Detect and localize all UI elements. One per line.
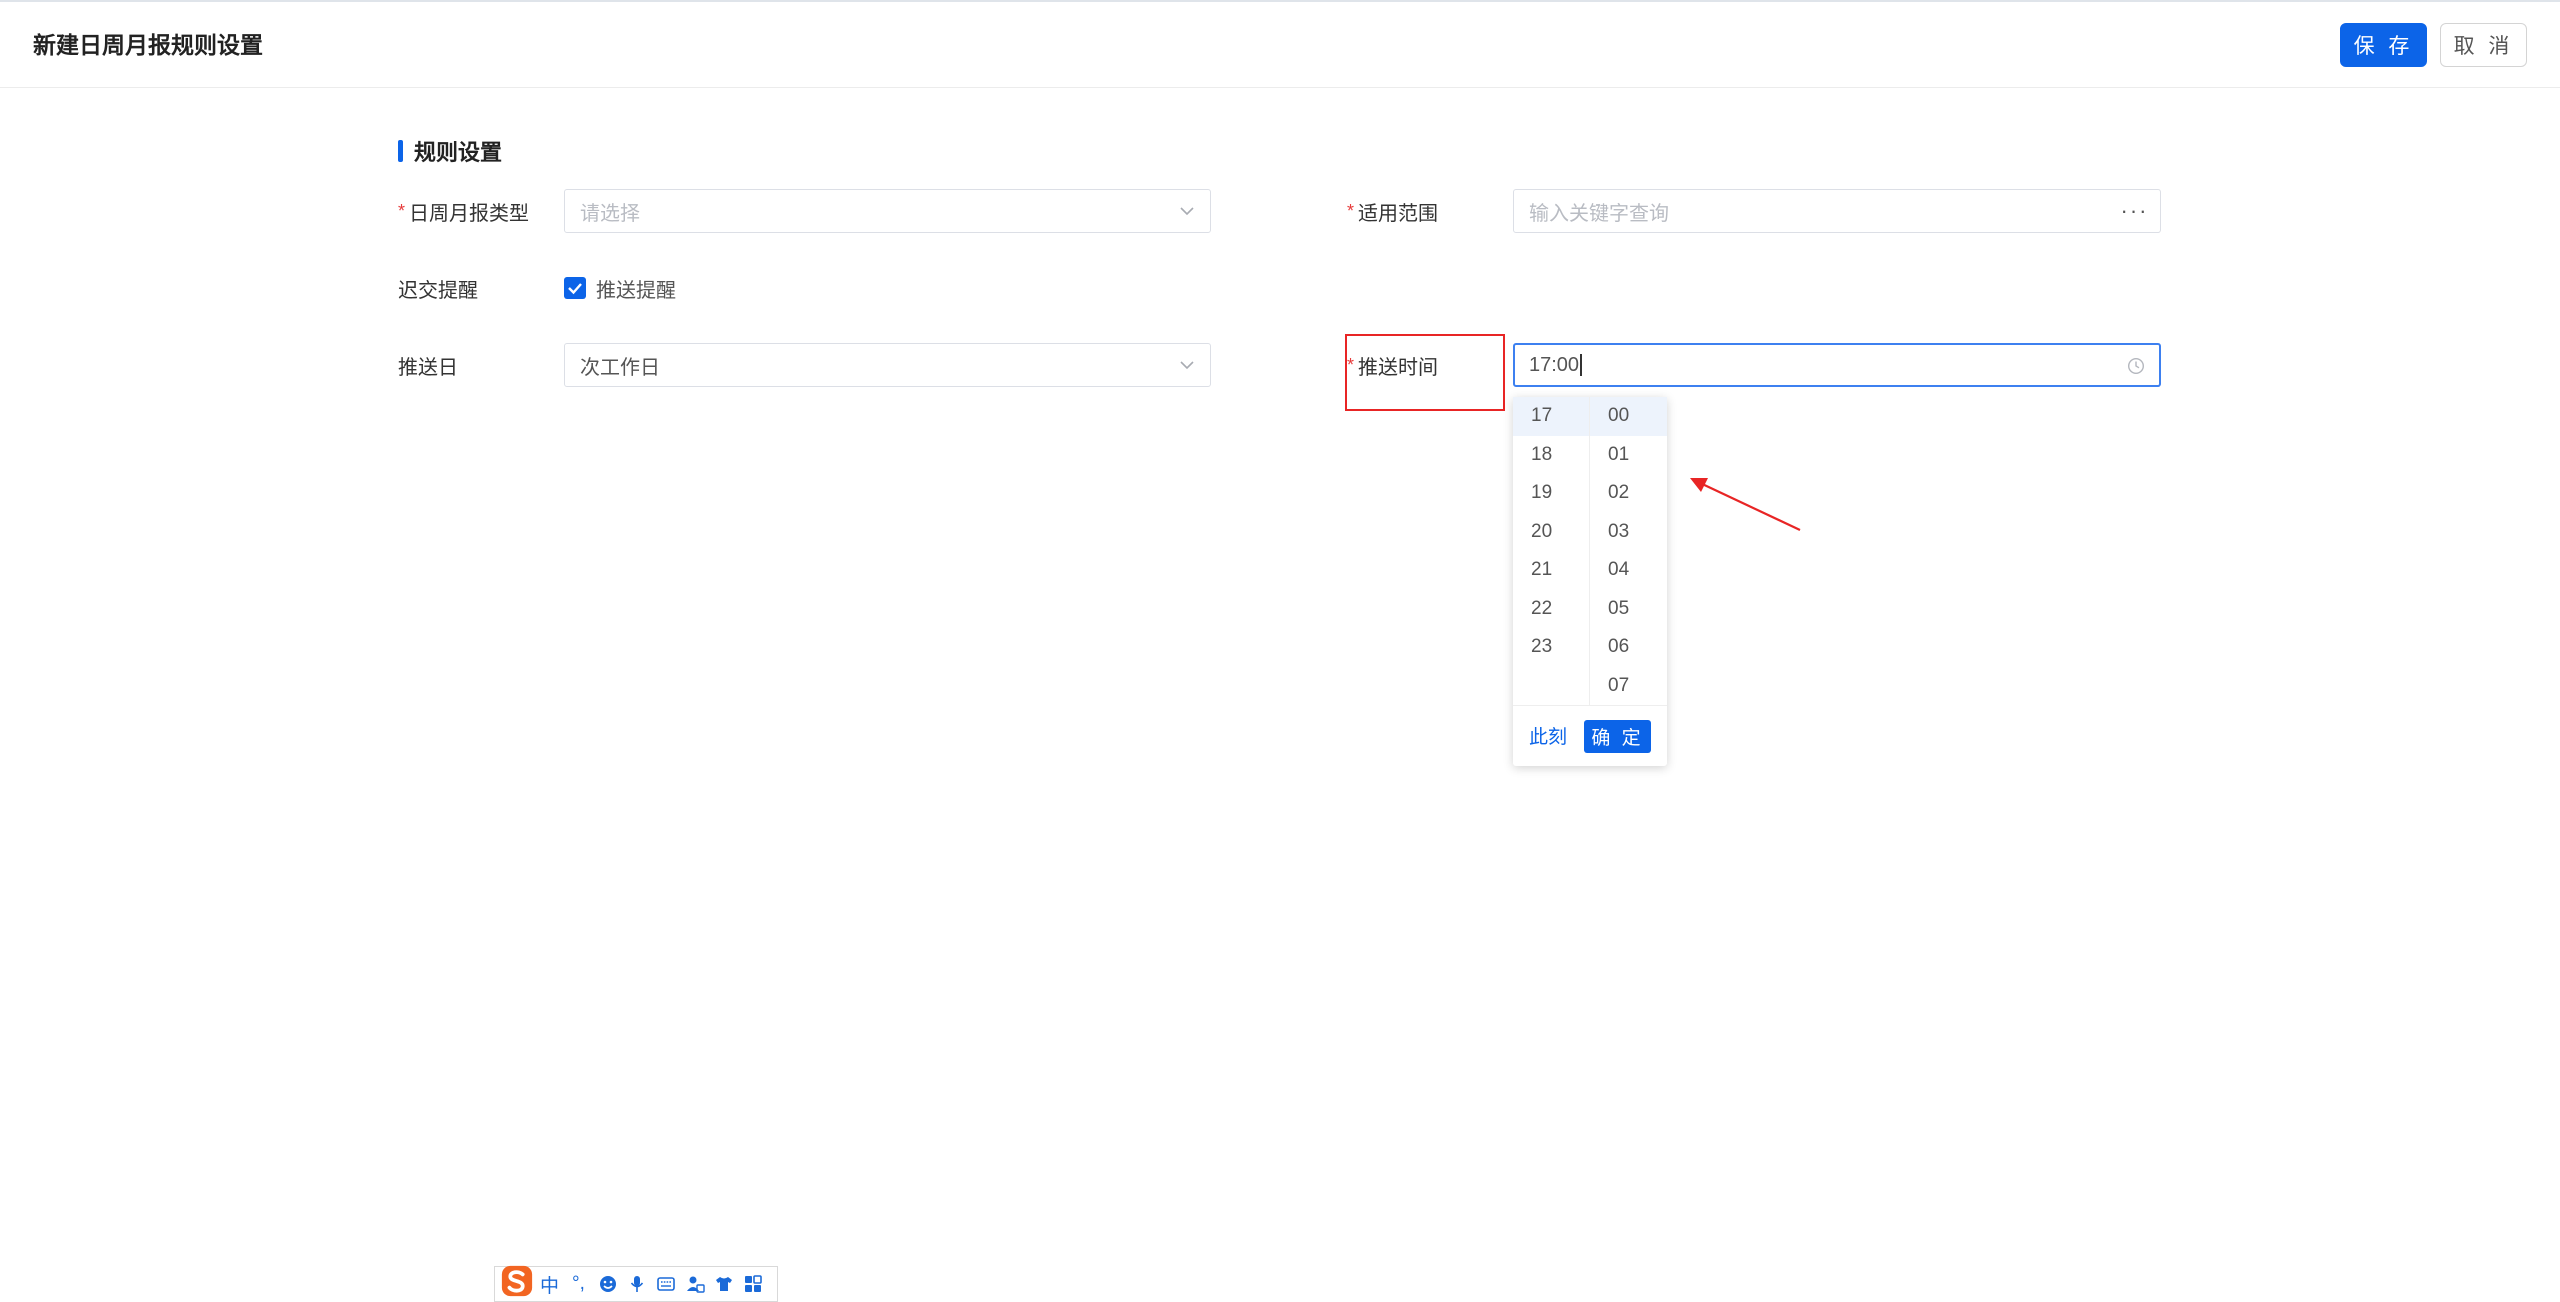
section-title: 规则设置 [414, 140, 503, 165]
report-type-label-text: 日周月报类型 [409, 202, 530, 225]
now-button[interactable]: 此刻 [1529, 722, 1567, 749]
minute-option[interactable]: 02 [1590, 474, 1667, 513]
confirm-button[interactable]: 确 定 [1584, 720, 1651, 753]
hour-option[interactable]: 22 [1513, 590, 1589, 629]
scope-placeholder: 输入关键字查询 [1529, 202, 1669, 225]
time-picker-footer: 此刻 确 定 [1513, 705, 1667, 766]
minute-column[interactable]: 00 01 02 03 04 05 06 07 [1590, 397, 1667, 705]
push-day-label: 推送日 [398, 356, 458, 379]
clock-icon [2127, 357, 2145, 375]
text-caret [1580, 354, 1582, 376]
time-picker-dropdown: 17 18 19 20 21 22 23 00 01 02 03 04 05 0… [1513, 397, 1667, 766]
scope-input[interactable]: 输入关键字查询 [1513, 189, 2110, 233]
minute-option[interactable]: 07 [1590, 667, 1667, 706]
hour-option[interactable]: 18 [1513, 436, 1589, 475]
microphone-icon[interactable] [622, 1270, 651, 1298]
late-reminder-label: 迟交提醒 [398, 279, 478, 302]
minute-option[interactable]: 06 [1590, 628, 1667, 667]
report-type-placeholder: 请选择 [580, 202, 640, 225]
minute-option[interactable]: 03 [1590, 513, 1667, 552]
hour-option[interactable]: 23 [1513, 628, 1589, 667]
annotation-arrow-icon [1690, 478, 1801, 531]
emoji-icon[interactable] [593, 1270, 622, 1298]
hour-column[interactable]: 17 18 19 20 21 22 23 [1513, 397, 1590, 705]
minute-option[interactable]: 05 [1590, 590, 1667, 629]
report-type-label: * 日周月报类型 [398, 189, 529, 233]
push-time-value: 17:00 [1529, 353, 1580, 376]
keyboard-icon[interactable] [651, 1270, 680, 1298]
check-icon [568, 283, 582, 295]
skin-icon[interactable] [709, 1270, 738, 1298]
hour-option[interactable]: 21 [1513, 551, 1589, 590]
required-mark: * [398, 200, 406, 221]
ime-mode-toggle[interactable]: 中 [535, 1270, 564, 1298]
hour-option[interactable]: 19 [1513, 474, 1589, 513]
ime-toolbar: 中 °, [494, 1264, 778, 1302]
hour-option[interactable]: 20 [1513, 513, 1589, 552]
push-reminder-label[interactable]: 推送提醒 [596, 268, 676, 308]
chevron-down-icon [1180, 207, 1194, 216]
required-mark: * [1347, 200, 1355, 221]
push-time-input[interactable]: 17:00 [1513, 343, 2161, 387]
user-icon[interactable] [680, 1270, 709, 1298]
minute-option[interactable]: 04 [1590, 551, 1667, 590]
minute-option[interactable]: 01 [1590, 436, 1667, 475]
toolbox-icon[interactable] [738, 1270, 767, 1298]
push-reminder-checkbox[interactable] [564, 277, 586, 299]
push-day-select[interactable]: 次工作日 [564, 343, 1211, 387]
cancel-button[interactable]: 取 消 [2440, 23, 2527, 67]
hour-option[interactable]: 17 [1513, 397, 1589, 436]
section-accent-bar [398, 140, 403, 162]
chevron-down-icon [1180, 361, 1194, 370]
page-header: 新建日周月报规则设置 保 存 取 消 [0, 2, 2560, 88]
annotation-highlight-box [1345, 334, 1505, 411]
scope-label-text: 适用范围 [1358, 202, 1439, 225]
push-day-value: 次工作日 [580, 356, 660, 379]
scope-more-button[interactable]: ··· [2109, 189, 2161, 233]
sogou-logo-icon[interactable] [499, 1264, 535, 1298]
page-title: 新建日周月报规则设置 [33, 32, 263, 58]
scope-label: * 适用范围 [1347, 189, 1438, 233]
ime-punctuation-toggle[interactable]: °, [564, 1270, 593, 1298]
minute-option[interactable]: 00 [1590, 397, 1667, 436]
section-header: 规则设置 [398, 137, 502, 165]
save-button[interactable]: 保 存 [2340, 23, 2427, 67]
report-type-select[interactable]: 请选择 [564, 189, 1211, 233]
